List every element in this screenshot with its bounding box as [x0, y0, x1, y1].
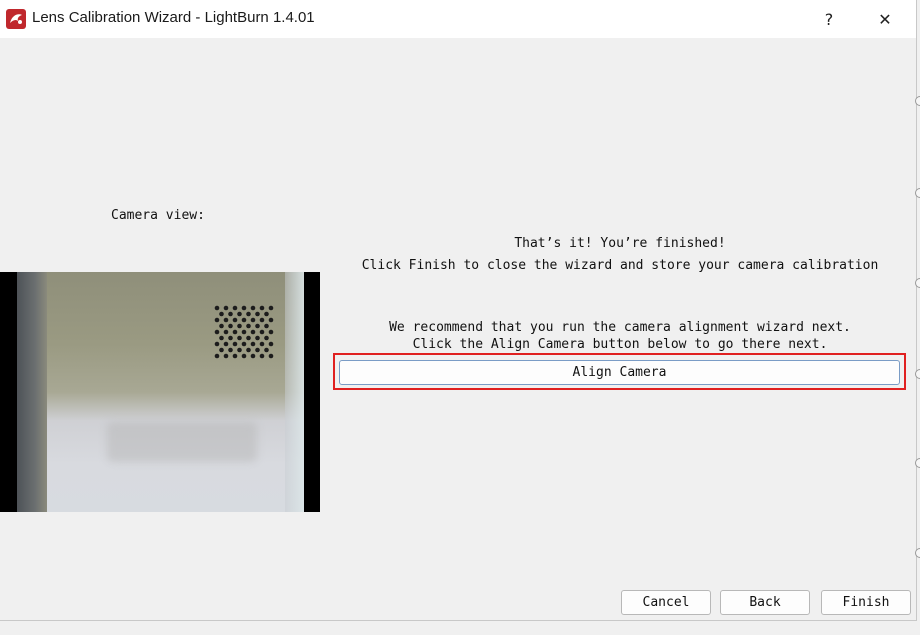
calibration-dot	[237, 335, 242, 341]
calibration-dot	[268, 305, 274, 311]
calibration-dot	[250, 341, 256, 347]
calibration-dot	[232, 341, 238, 347]
calibration-dot	[214, 329, 220, 335]
align-camera-button[interactable]: Align Camera	[339, 360, 900, 385]
background-window-edge-mark	[915, 96, 920, 106]
calibration-dot	[214, 317, 220, 323]
calibration-dot	[268, 341, 274, 347]
calibration-dot	[250, 329, 256, 335]
calibration-dot	[264, 311, 269, 317]
calibration-dot	[264, 347, 269, 353]
calibration-dot	[250, 317, 256, 323]
calibration-dot	[268, 329, 274, 335]
calibration-dot	[241, 305, 247, 311]
window-title: Lens Calibration Wizard - LightBurn 1.4.…	[32, 9, 315, 26]
calibration-dot	[223, 317, 229, 323]
background-window-edge-mark	[915, 548, 920, 558]
camera-feed-right-band	[285, 272, 304, 512]
camera-view-image	[0, 272, 320, 512]
calibration-dot	[255, 311, 260, 317]
calibration-dot	[228, 347, 233, 353]
finish-button[interactable]: Finish	[821, 590, 911, 615]
calibration-dot	[241, 353, 247, 359]
calibration-dot	[259, 329, 265, 335]
cancel-button[interactable]: Cancel	[621, 590, 711, 615]
calibration-dot	[241, 317, 247, 323]
camera-view-label: Camera view:	[111, 208, 205, 223]
calibration-dot	[259, 353, 265, 359]
calibration-dot	[264, 323, 269, 329]
calibration-dot	[255, 323, 260, 329]
calibration-dot-grid	[214, 305, 274, 359]
camera-feed	[17, 272, 304, 512]
calibration-dot	[246, 311, 251, 317]
calibration-dot	[219, 323, 224, 329]
lightburn-logo-icon	[6, 9, 26, 29]
calibration-dot	[214, 341, 220, 347]
calibration-dot	[241, 329, 247, 335]
wizard-window: Lens Calibration Wizard - LightBurn 1.4.…	[0, 0, 917, 621]
calibration-dot	[219, 335, 224, 341]
calibration-dot	[250, 305, 256, 311]
align-instructions: Click the Align Camera button below to g…	[412, 337, 828, 352]
calibration-dot	[246, 335, 251, 341]
calibration-dot	[264, 335, 269, 341]
calibration-dot	[241, 341, 247, 347]
finished-message: That’s it! You’re finished!	[514, 236, 726, 251]
camera-feed-blur	[107, 422, 257, 462]
background-window-edge-mark	[915, 188, 920, 198]
calibration-dot	[250, 353, 256, 359]
back-button[interactable]: Back	[720, 590, 810, 615]
calibration-dot	[259, 305, 265, 311]
calibration-dot	[223, 353, 229, 359]
calibration-dot	[214, 353, 220, 359]
calibration-dot	[255, 347, 260, 353]
close-button[interactable]: ✕	[862, 0, 908, 38]
calibration-dot	[268, 317, 274, 323]
background-window-edge-mark	[915, 369, 920, 379]
calibration-dot	[237, 323, 242, 329]
camera-feed-left-edge	[17, 272, 47, 512]
calibration-dot	[219, 347, 224, 353]
background-window-edge-mark	[915, 278, 920, 288]
calibration-dot	[214, 305, 220, 311]
calibration-dot	[246, 347, 251, 353]
recommendation-text: We recommend that you run the camera ali…	[389, 320, 851, 335]
calibration-dot	[268, 353, 274, 359]
calibration-dot	[228, 311, 233, 317]
calibration-dot	[259, 341, 265, 347]
help-button[interactable]: ?	[806, 0, 852, 38]
calibration-dot	[228, 335, 233, 341]
calibration-dot	[237, 311, 242, 317]
calibration-dot	[255, 335, 260, 341]
calibration-dot	[232, 305, 238, 311]
calibration-dot	[232, 317, 238, 323]
calibration-dot	[237, 347, 242, 353]
background-window-edge-mark	[915, 458, 920, 468]
calibration-dot	[259, 317, 265, 323]
calibration-dot	[223, 305, 229, 311]
calibration-dot	[219, 311, 224, 317]
calibration-dot	[223, 329, 229, 335]
calibration-dot	[246, 323, 251, 329]
calibration-dot	[223, 341, 229, 347]
calibration-dot	[228, 323, 233, 329]
calibration-dot	[232, 353, 238, 359]
finish-instructions: Click Finish to close the wizard and sto…	[361, 258, 879, 273]
title-bar[interactable]: Lens Calibration Wizard - LightBurn 1.4.…	[0, 0, 916, 38]
calibration-dot	[232, 329, 238, 335]
